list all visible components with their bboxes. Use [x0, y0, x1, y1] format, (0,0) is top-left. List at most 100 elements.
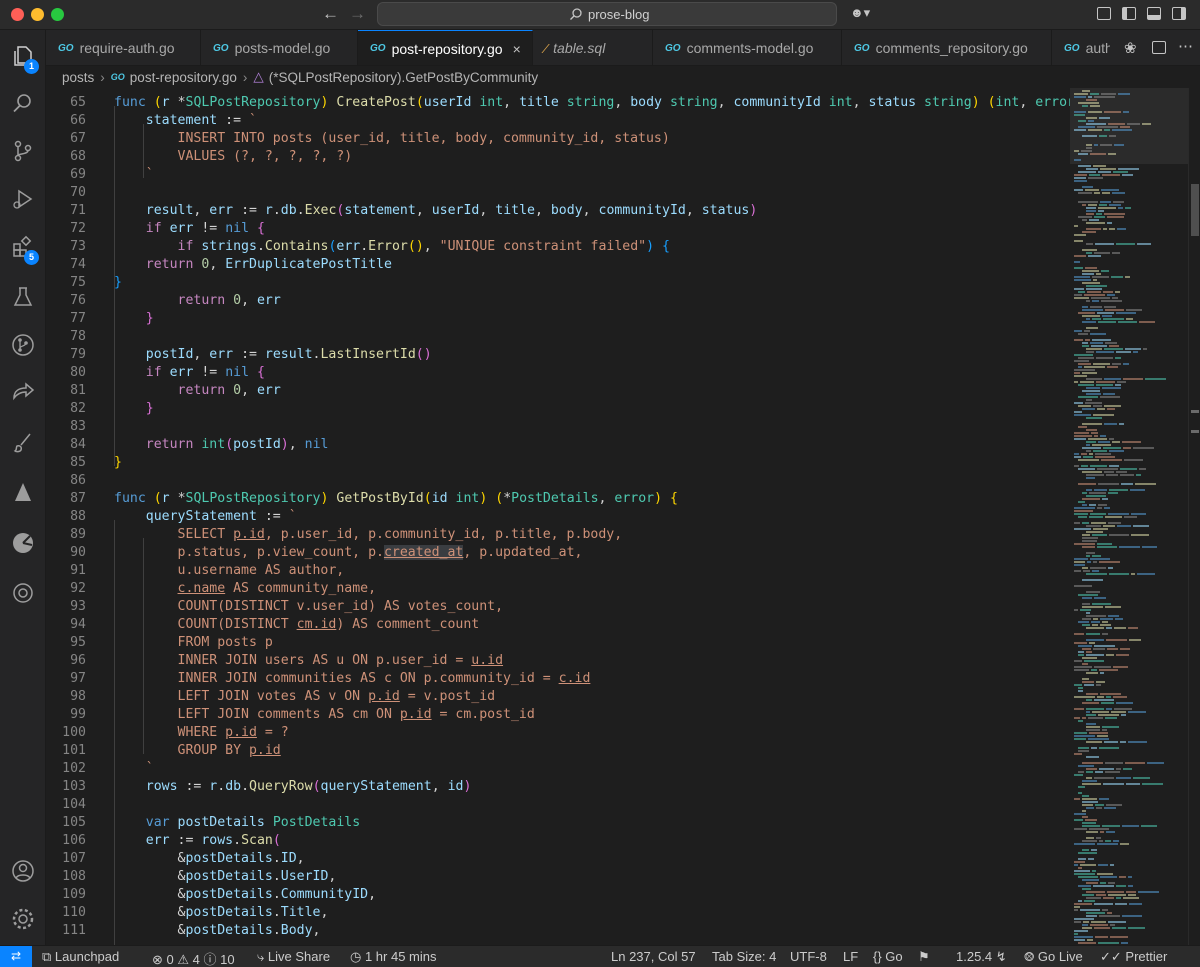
encoding[interactable]: UTF-8 [790, 949, 827, 964]
minimap-line [1086, 741, 1102, 743]
breadcrumb-file[interactable]: post-repository.go [130, 70, 237, 85]
minimap-line [1099, 840, 1103, 842]
source-control-icon[interactable] [0, 128, 46, 174]
code-line: 90 p.status, p.view_count, p.created_at,… [46, 544, 1070, 562]
minimap-line [1123, 447, 1131, 449]
minimap-line [1118, 93, 1130, 95]
go-live-item[interactable]: ⨷ Go Live [1024, 949, 1083, 965]
minimap-line [1114, 627, 1126, 629]
minimap-line [1082, 783, 1101, 785]
remote-indicator-icon[interactable]: ⇄ [0, 946, 32, 967]
breadcrumb-folder[interactable]: posts [62, 70, 94, 85]
minimap-line [1086, 831, 1098, 833]
minimap-line [1078, 858, 1086, 860]
minimap-line [1131, 513, 1146, 515]
toggle-secondary-sidebar-icon[interactable] [1172, 7, 1186, 20]
back-arrow-icon[interactable]: ← [322, 4, 339, 24]
code-line: 75} [46, 274, 1070, 292]
tab-size[interactable]: Tab Size: 4 [712, 949, 776, 964]
minimap-line [1115, 357, 1121, 359]
code-text: &postDetails.Body, [114, 922, 321, 940]
scrollbar-thumb[interactable] [1191, 184, 1199, 236]
live-share-icon[interactable] [0, 370, 46, 416]
minimap-line [1086, 450, 1091, 452]
code-text: ` [114, 166, 154, 184]
tab-require-auth-go[interactable]: GO require-auth.go [46, 30, 201, 65]
launchpad-item[interactable]: ⧉ Launchpad [42, 949, 119, 965]
tab-table-sql[interactable]: ∕ table.sql [533, 30, 653, 65]
minimap-line [1074, 402, 1083, 404]
close-tab-icon[interactable]: × [513, 41, 521, 57]
code-token: = v.post_id [399, 689, 496, 704]
minimap-line [1098, 171, 1111, 173]
prettier-item[interactable]: ✓✓ Prettier [1100, 949, 1167, 965]
chatgpt-icon[interactable] [0, 570, 46, 616]
minimap[interactable] [1070, 88, 1188, 945]
copilot-icon[interactable]: ☻▾ [850, 5, 870, 21]
tab-posts-model-go[interactable]: GO posts-model.go [201, 30, 358, 65]
code-token: ( [415, 95, 424, 110]
breadcrumb-symbol[interactable]: (*SQLPostRepository).GetPostByCommunity [269, 70, 538, 85]
minimap-line [1095, 804, 1104, 806]
problems-item[interactable]: ⊗ 0 ⚠ 4 ⓘ 10 [152, 949, 235, 967]
live-share-item[interactable]: ⤷ Live Share [257, 949, 330, 965]
settings-gear-icon[interactable] [0, 896, 46, 942]
code-line: 107 &postDetails.ID, [46, 850, 1070, 868]
end-of-line[interactable]: LF [843, 949, 858, 964]
pie-chart-icon[interactable] [0, 520, 46, 566]
toggle-primary-sidebar-icon[interactable] [1122, 7, 1136, 20]
minimap-line [1078, 396, 1098, 398]
time-tracker-item[interactable]: ◷ 1 hr 45 mins [350, 949, 437, 965]
minimize-window-button[interactable] [31, 8, 44, 21]
zoom-window-button[interactable] [51, 8, 64, 21]
search-icon[interactable] [0, 80, 46, 126]
notification-bell-icon[interactable]: ⚑ [918, 949, 930, 965]
minimap-line [1117, 228, 1126, 230]
extensions-icon[interactable]: 5 [0, 224, 46, 270]
testing-flask-icon[interactable] [0, 274, 46, 320]
git-graph-icon[interactable] [0, 322, 46, 368]
go-version[interactable]: 1.25.4 ↯ [956, 949, 1007, 965]
minimap-line [1082, 204, 1086, 206]
sail-icon[interactable] [0, 470, 46, 516]
paintbrush-icon[interactable] [0, 420, 46, 466]
code-token: QueryRow [249, 779, 313, 794]
code-token: UserID [280, 869, 329, 884]
explorer-icon[interactable]: 1 [0, 33, 46, 79]
minimap-line [1078, 792, 1082, 794]
tab-post-repository-go[interactable]: GO post-repository.go × [358, 30, 533, 65]
code-token: ) [463, 779, 472, 794]
minimap-line [1084, 900, 1095, 902]
tab-comments-model-go[interactable]: GO comments-model.go [653, 30, 842, 65]
vertical-scrollbar[interactable] [1188, 88, 1200, 945]
forward-arrow-icon[interactable]: → [349, 4, 366, 24]
split-editor-icon[interactable] [1152, 41, 1166, 54]
minimap-line [1123, 768, 1132, 770]
minimap-line [1109, 228, 1115, 230]
run-debug-icon[interactable] [0, 176, 46, 222]
code-token: Error [368, 239, 408, 254]
minimap-line [1096, 273, 1101, 275]
code-editor[interactable]: 65 func (r *SQLPostRepository) CreatePost… [46, 88, 1070, 945]
close-window-button[interactable] [11, 8, 24, 21]
code-token: { [662, 239, 670, 254]
code-line: 94 COUNT(DISTINCT cm.id) AS comment_coun… [46, 616, 1070, 634]
minimap-line [1112, 129, 1132, 131]
minimap-line [1086, 213, 1094, 215]
more-actions-icon[interactable]: ⋯ [1178, 37, 1193, 55]
code-line: 101 GROUP BY p.id [46, 742, 1070, 760]
toggle-panel-icon[interactable] [1147, 7, 1161, 20]
account-icon[interactable] [0, 848, 46, 894]
code-token: ` [114, 761, 154, 776]
cursor-position[interactable]: Ln 237, Col 57 [611, 949, 696, 964]
command-center[interactable]: prose-blog [377, 2, 837, 26]
tab-comments-repository-go[interactable]: GO comments_repository.go [842, 30, 1052, 65]
minimap-line [1074, 522, 1080, 524]
minimap-line [1097, 843, 1118, 845]
language-mode[interactable]: {} Go [873, 949, 903, 964]
minimap-line [1102, 909, 1108, 911]
chatgpt-icon[interactable]: ❀ [1124, 39, 1137, 57]
customize-layout-icon[interactable] [1097, 7, 1111, 20]
